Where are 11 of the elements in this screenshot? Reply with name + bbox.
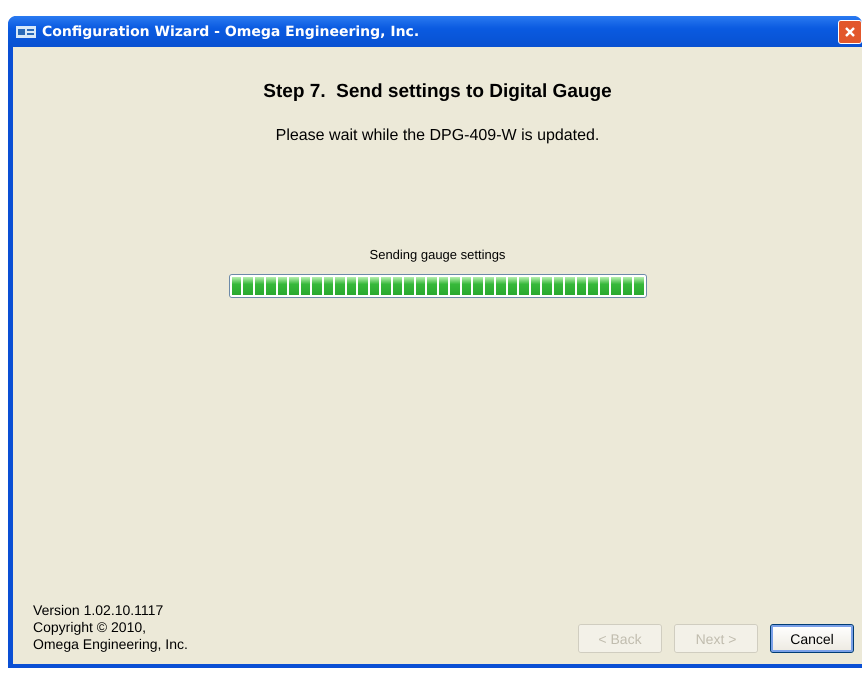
wizard-button[interactable]: Cancel: [770, 624, 854, 653]
close-button[interactable]: [838, 20, 862, 44]
step-heading: Step 7. Send settings to Digital Gauge: [263, 81, 612, 103]
footer-text: Version 1.02.10.1117: [33, 602, 164, 619]
window-title: Configuration Wizard - Omega Engineering, Inc.: [42, 24, 420, 40]
progress-label: Sending gauge settings: [370, 247, 506, 262]
close-icon: [844, 26, 856, 38]
footer-text: Omega Engineering, Inc.: [33, 636, 188, 653]
status-message: Please wait while the DPG-409-W is updated.: [276, 127, 600, 145]
app-icon: [16, 24, 36, 40]
footer-text: Copyright © 2010,: [33, 619, 148, 636]
